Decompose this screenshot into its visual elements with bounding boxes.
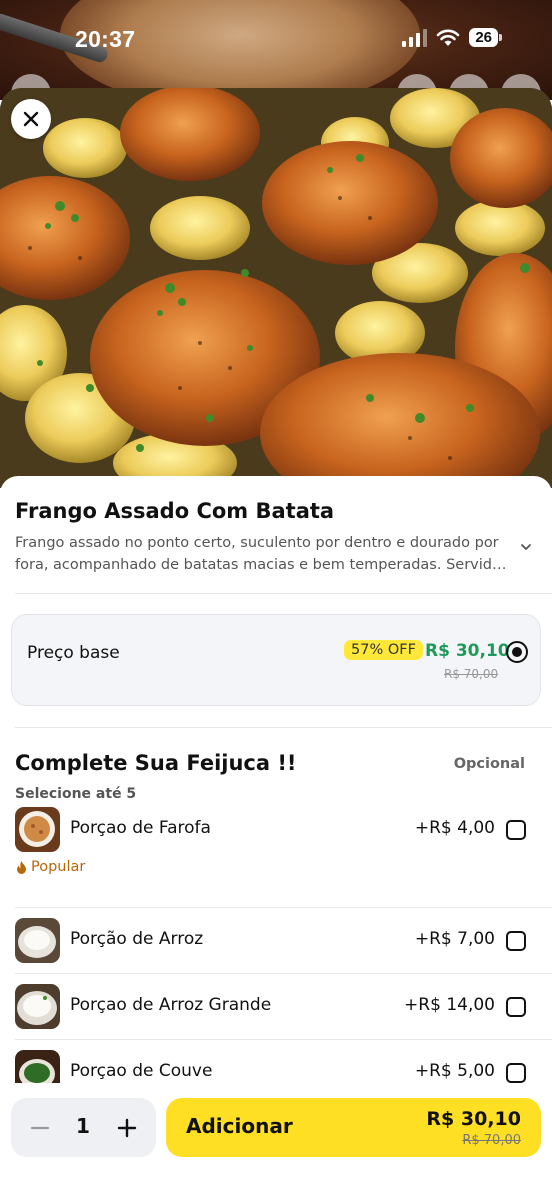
addon-checkbox[interactable] bbox=[506, 1063, 526, 1083]
base-price-option[interactable]: Preço base 57% OFF R$ 30,10 R$ 70,00 bbox=[11, 614, 541, 706]
rice-thumbnail bbox=[15, 918, 60, 963]
close-icon bbox=[23, 111, 39, 127]
addon-checkbox[interactable] bbox=[506, 997, 526, 1017]
fire-icon bbox=[17, 860, 26, 874]
addon-name: Porçao de Arroz Grande bbox=[70, 995, 272, 1015]
base-price-radio[interactable] bbox=[506, 641, 528, 663]
addon-price: +R$ 7,00 bbox=[414, 929, 495, 949]
farofa-thumbnail bbox=[15, 807, 60, 852]
base-old-price: R$ 70,00 bbox=[444, 667, 499, 681]
addon-name: Porçao de Farofa bbox=[70, 818, 211, 838]
base-price-label: Preço base bbox=[27, 643, 120, 663]
add-to-cart-button[interactable]: Adicionar R$ 30,10 R$ 70,00 bbox=[166, 1098, 541, 1157]
chevron-down-icon[interactable] bbox=[519, 540, 533, 554]
total-old-price: R$ 70,00 bbox=[462, 1133, 521, 1148]
addon-price: +R$ 14,00 bbox=[404, 995, 495, 1015]
status-bar: 20:37 26 bbox=[0, 0, 552, 84]
addon-price: +R$ 4,00 bbox=[414, 818, 495, 838]
quantity-stepper: 1 bbox=[11, 1098, 156, 1157]
addon-price: +R$ 5,00 bbox=[414, 1061, 495, 1081]
product-image bbox=[0, 88, 552, 488]
product-description[interactable]: Frango assado no ponto certo, suculento … bbox=[15, 532, 510, 576]
signal-icon bbox=[402, 28, 428, 47]
addon-name: Porçao de Couve bbox=[70, 1061, 213, 1081]
divider bbox=[15, 907, 552, 908]
divider bbox=[15, 727, 552, 728]
addons-section-title: Complete Sua Feijuca !! bbox=[15, 751, 297, 775]
divider bbox=[15, 1039, 552, 1040]
popular-tag: Popular bbox=[15, 859, 85, 875]
rice-large-thumbnail bbox=[15, 984, 60, 1029]
wifi-icon bbox=[437, 29, 460, 46]
minus-icon[interactable] bbox=[30, 1118, 50, 1138]
status-icons: 26 bbox=[402, 28, 502, 47]
base-price-value: R$ 30,10 bbox=[425, 641, 510, 661]
discount-badge: 57% OFF bbox=[344, 640, 423, 660]
footer-bar: 1 Adicionar R$ 30,10 R$ 70,00 bbox=[0, 1083, 552, 1199]
addon-name: Porção de Arroz bbox=[70, 929, 204, 949]
quantity-value: 1 bbox=[76, 1114, 90, 1138]
addon-checkbox[interactable] bbox=[506, 820, 526, 840]
add-button-label: Adicionar bbox=[186, 1114, 293, 1138]
addons-selection-limit: Selecione até 5 bbox=[15, 786, 137, 802]
total-price: R$ 30,10 bbox=[426, 1108, 521, 1130]
battery-level: 26 bbox=[469, 28, 498, 47]
popular-label: Popular bbox=[31, 859, 86, 875]
divider bbox=[15, 973, 552, 974]
product-title: Frango Assado Com Batata bbox=[15, 499, 335, 523]
product-sheet: Frango Assado Com Batata Frango assado n… bbox=[0, 88, 552, 1199]
status-time: 20:37 bbox=[75, 26, 136, 52]
radio-selected-dot bbox=[512, 647, 522, 657]
addon-checkbox[interactable] bbox=[506, 931, 526, 951]
battery-icon: 26 bbox=[469, 28, 502, 47]
divider bbox=[15, 593, 552, 594]
plus-icon[interactable] bbox=[116, 1117, 138, 1139]
optional-label: Opcional bbox=[453, 756, 525, 772]
close-button[interactable] bbox=[11, 99, 51, 139]
